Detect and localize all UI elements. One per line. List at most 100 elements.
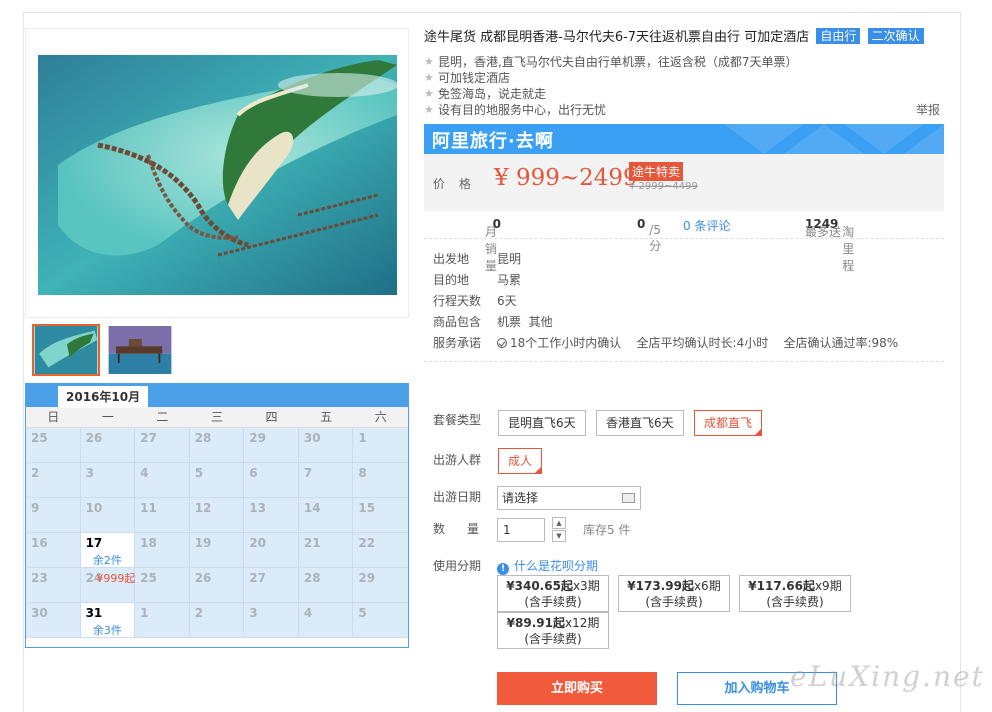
info-icon: ! (497, 563, 509, 575)
info-row: 出发地 昆明 (424, 249, 944, 270)
day-number: 8 (358, 466, 367, 480)
installment-fee: (含手续费) (524, 595, 582, 609)
calendar-day: 4 (135, 463, 190, 498)
report-link[interactable]: 举报 (916, 101, 940, 118)
feature-item: ★ 昆明，香港,直飞马尔代夫自由行单机票，往返含税（成都7天单票） (424, 54, 944, 70)
day-number: 2 (194, 606, 204, 620)
feature-text: 设有目的地服务中心，出行无忧 (438, 103, 607, 117)
package-option-chengdu[interactable]: 成都直飞 (694, 410, 763, 436)
calendar-day: 2 (189, 603, 245, 638)
day-stock: 余2件 (92, 554, 122, 567)
product-info: 途牛尾货 成都昆明香港-马尔代夫6-7天往返机票自由行 可加定酒店 自由行 二次… (424, 28, 944, 362)
feature-text: 可加钱定酒店 (438, 71, 511, 85)
info-row: 行程天数 6天 (424, 291, 944, 312)
calendar-day: 14 (298, 498, 354, 533)
calendar-day: 3 (244, 603, 299, 638)
rating-value: 0 (637, 217, 646, 231)
day-number: 28 (194, 431, 212, 445)
day-number: 3 (249, 606, 258, 620)
huabei-link-text: 什么是花呗分期 (514, 559, 599, 573)
original-price: ¥ 2999~4499 (629, 181, 698, 192)
calendar-day: 18 (135, 533, 190, 568)
day-number: 13 (249, 501, 266, 515)
calendar-day: 8 (353, 463, 408, 498)
quantity-down-button[interactable]: ▼ (552, 530, 566, 542)
day-number: 23 (31, 571, 48, 585)
installment-option-3[interactable]: ¥340.65起x3期 (含手续费) (497, 575, 609, 612)
calendar-day[interactable]: 31 余3件 (80, 603, 136, 638)
calendar-day: 22 (353, 533, 408, 568)
day-number: 4 (303, 606, 313, 620)
calendar-day: 7 (298, 463, 354, 498)
weekday-label: 三 (210, 410, 223, 424)
day-number: 26 (194, 571, 212, 585)
info-value: 6天 (497, 294, 517, 308)
day-number: 27 (140, 431, 157, 445)
tag-free-travel: 自由行 (816, 28, 861, 44)
calendar-day: 21 (298, 533, 354, 568)
calendar-day: 29 (353, 568, 408, 603)
crowd-option-adult[interactable]: 成人 (498, 448, 543, 474)
info-row: 目的地 马累 (424, 270, 944, 291)
info-key: 目的地 (433, 273, 470, 287)
calendar-day: 9 (26, 498, 81, 533)
installment-option-12[interactable]: ¥89.91起x12期 (含手续费) (497, 612, 609, 649)
day-number: 11 (140, 501, 157, 515)
product-title-text: 途牛尾货 成都昆明香港-马尔代夫6-7天往返机票自由行 可加定酒店 (424, 30, 810, 45)
calendar-day: 2 (26, 463, 81, 498)
sales-stats: 月销量 0 0 /5分 0 条评论 最多送 1249 淘里程 (424, 211, 944, 273)
day-number: 14 (303, 501, 321, 515)
buy-now-button[interactable]: 立即购买 (497, 672, 657, 705)
day-number: 18 (140, 536, 157, 550)
quantity-input[interactable]: 1 (497, 518, 545, 542)
calendar-day: 13 (244, 498, 299, 533)
star-icon: ★ (424, 55, 434, 68)
reviews-link[interactable]: 0 条评论 (683, 217, 730, 234)
installment-term: x9期 (814, 579, 842, 593)
price-label: 价格 (433, 177, 486, 191)
date-label: 出游日期 (433, 490, 482, 504)
calendar-day: 1 (353, 428, 408, 463)
star-icon: ★ (424, 103, 434, 116)
info-value: 18个工作小时内确认 全店平均确认时长:4小时 全店确认通过率:98% (497, 333, 898, 354)
day-number: 22 (358, 536, 376, 550)
package-option-kunming[interactable]: 昆明直飞6天 (498, 410, 586, 436)
feature-text: 免签海岛，说走就走 (438, 87, 547, 101)
package-label: 套餐类型 (433, 413, 482, 427)
travel-date-input[interactable]: 请选择 (497, 486, 641, 510)
calendar-day[interactable]: 17 余2件 (80, 533, 136, 568)
info-value: 机票 其他 (497, 315, 553, 329)
info-key: 服务承诺 (433, 336, 482, 350)
installment-price: ¥89.91起 (506, 616, 565, 630)
quantity-up-button[interactable]: ▲ (552, 517, 566, 529)
installment-option-6[interactable]: ¥173.99起x6期 (含手续费) (618, 575, 730, 612)
day-number: 10 (85, 501, 103, 515)
watermark: eLuXing.net (790, 660, 985, 693)
day-number: 9 (31, 501, 40, 515)
day-number: 16 (31, 536, 48, 550)
day-number: 1 (140, 606, 149, 620)
day-number: 17 (85, 536, 103, 550)
info-key: 出发地 (433, 252, 470, 266)
installment-option-9[interactable]: ¥117.66起x9期 (含手续费) (739, 575, 851, 612)
day-number: 5 (358, 606, 367, 620)
calendar-day: 11 (135, 498, 190, 533)
feature-list: ★ 昆明，香港,直飞马尔代夫自由行单机票，往返含税（成都7天单票） ★ 可加钱定酒店… (424, 54, 944, 118)
crowd-label: 出游人群 (433, 453, 482, 467)
day-number: 26 (85, 431, 103, 445)
day-number: 30 (303, 431, 321, 445)
calendar-day: 20 (244, 533, 299, 568)
weekday-label: 五 (320, 410, 333, 424)
calendar-weekdays: 日一二三四五六 (26, 407, 408, 428)
huabei-help[interactable]: ! 什么是花呗分期 (497, 557, 598, 575)
ali-travel-logo: 阿里旅行·去啊 (432, 131, 554, 152)
price-value: ¥ 999~2499 (494, 165, 638, 191)
thumbnail-2[interactable] (106, 324, 174, 376)
monthly-sales: 月销量 0 (485, 217, 501, 273)
installment-term: x6期 (693, 579, 721, 593)
package-option-hongkong[interactable]: 香港直飞6天 (596, 410, 684, 436)
calendar-month: 2016年10月 (58, 386, 149, 408)
star-icon: ★ (424, 87, 434, 100)
calendar-day: 3 (80, 463, 136, 498)
thumbnail-1[interactable] (32, 324, 100, 376)
